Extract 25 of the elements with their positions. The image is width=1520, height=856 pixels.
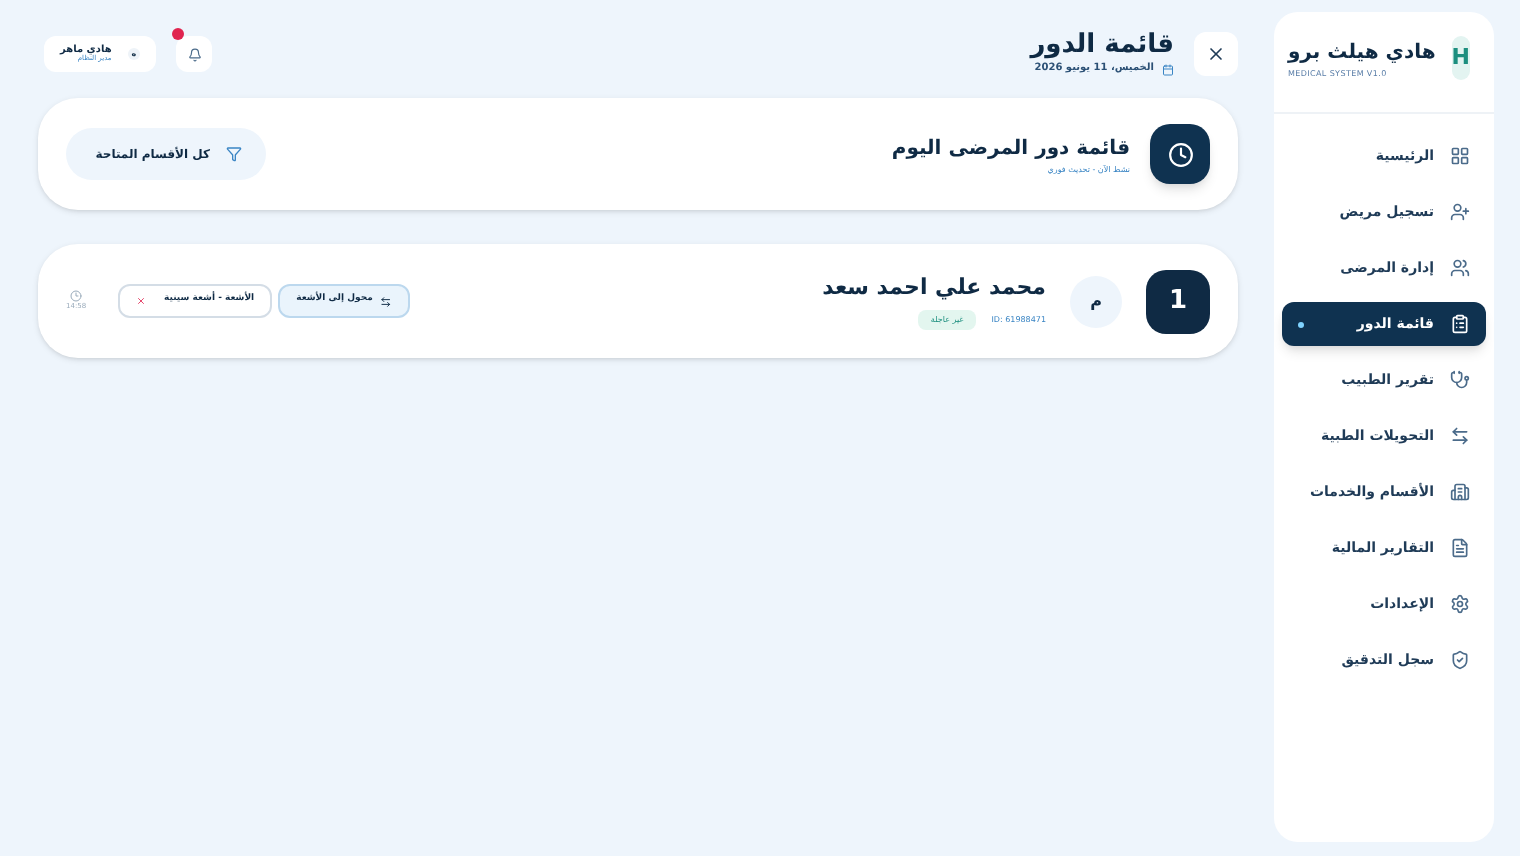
stethoscope-icon — [1450, 370, 1470, 390]
brand-name: هادي هيلث برو — [1287, 39, 1436, 67]
users-icon — [1450, 258, 1470, 278]
close-icon — [1206, 44, 1226, 64]
shield-icon — [1450, 650, 1470, 670]
arrows-icon — [1450, 426, 1470, 446]
patient-avatar: م — [1070, 275, 1122, 327]
queue-title: قائمة دور المرضى اليوم — [891, 135, 1130, 163]
logo: H — [1451, 36, 1470, 80]
clock-icon — [70, 289, 83, 302]
clock-icon — [1167, 141, 1193, 167]
bell-icon — [187, 47, 202, 61]
grid-icon — [1450, 146, 1470, 166]
queue-number: 1 — [1146, 269, 1210, 333]
building-icon — [1450, 482, 1470, 502]
arrows-icon — [380, 295, 393, 307]
calendar-icon — [1162, 64, 1174, 77]
filter-icon — [226, 146, 242, 162]
document-icon — [1450, 538, 1470, 558]
settings-icon — [1450, 594, 1470, 614]
page-title: قائمة الدور — [1030, 30, 1174, 62]
clipboard-icon — [1450, 314, 1470, 334]
user-plus-icon — [1450, 202, 1470, 222]
close-button[interactable] — [1194, 32, 1238, 76]
patient-name: محمد علي احمد سعد — [822, 272, 1046, 305]
